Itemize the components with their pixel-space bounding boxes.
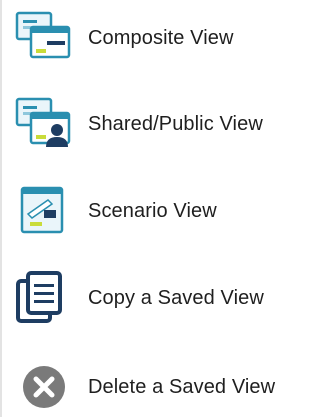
delete-saved-view-label: Delete a Saved View — [88, 376, 276, 398]
scenario-view-option[interactable]: Scenario View — [0, 181, 332, 241]
copy-icon — [14, 271, 76, 325]
composite-view-option[interactable]: Composite View — [0, 8, 332, 68]
composite-view-label: Composite View — [88, 27, 234, 49]
delete-saved-view-option[interactable]: Delete a Saved View — [0, 357, 332, 417]
shared-public-view-option[interactable]: Shared/Public View — [0, 94, 332, 154]
copy-saved-view-label: Copy a Saved View — [88, 287, 264, 309]
shared-public-view-label: Shared/Public View — [88, 113, 263, 135]
composite-view-icon — [14, 11, 76, 65]
shared-public-view-icon — [14, 97, 76, 151]
scenario-view-label: Scenario View — [88, 200, 217, 222]
copy-saved-view-option[interactable]: Copy a Saved View — [0, 268, 332, 328]
delete-icon — [14, 360, 76, 414]
scenario-view-icon — [14, 184, 76, 238]
